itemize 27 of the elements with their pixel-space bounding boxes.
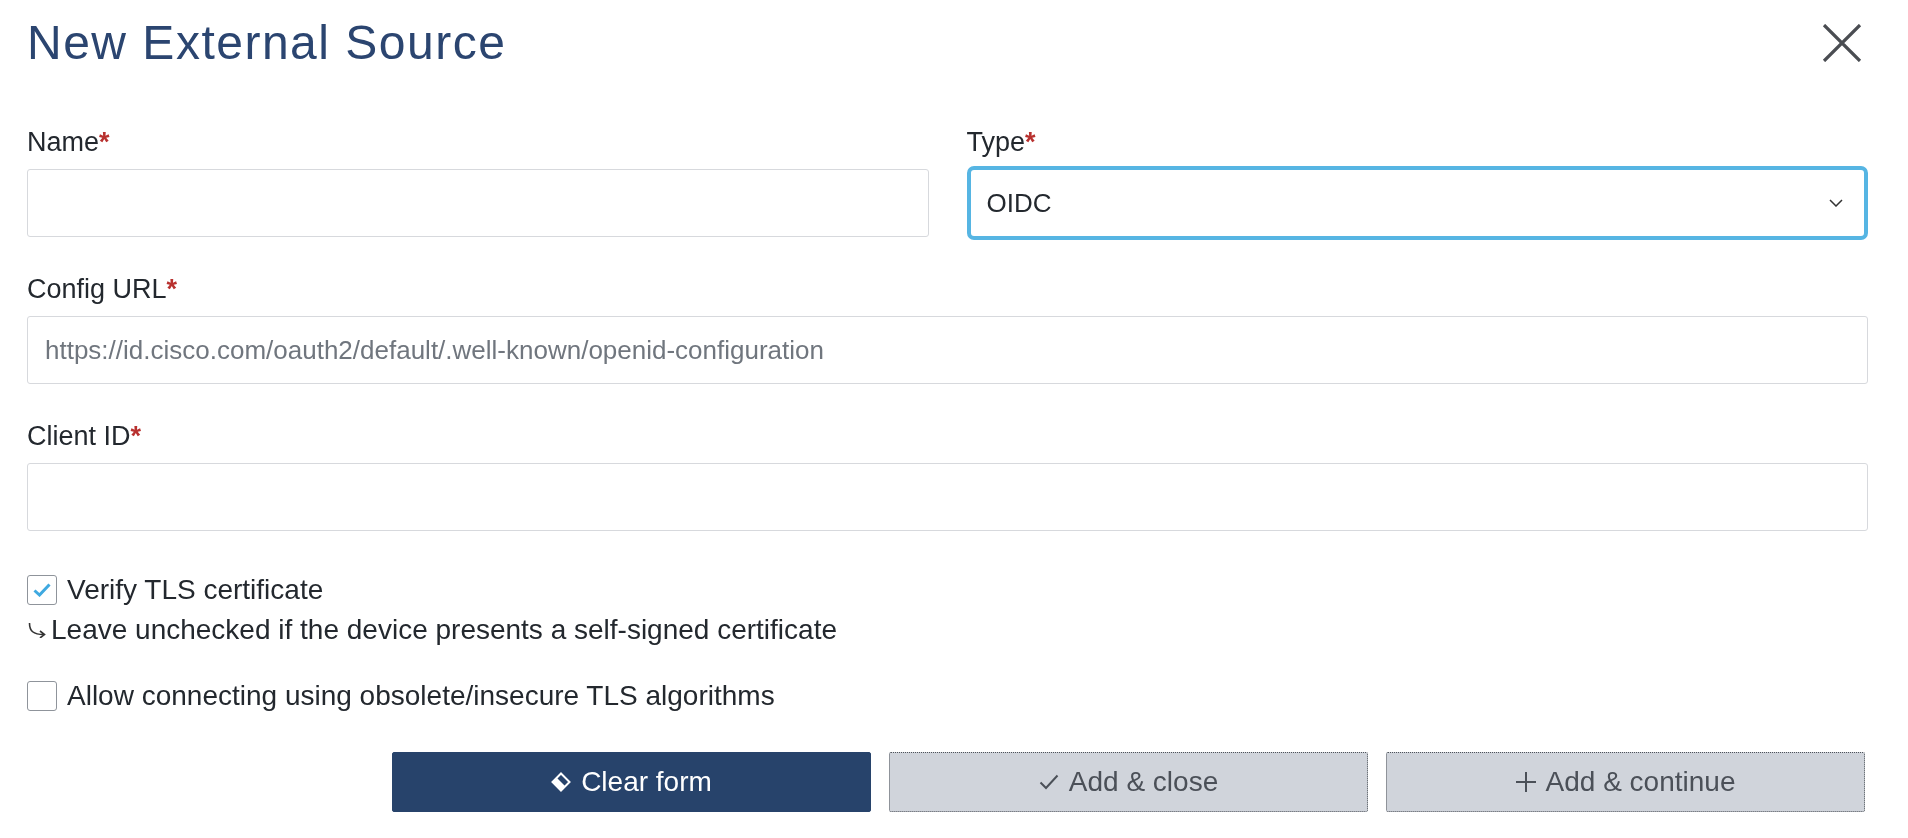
text-field[interactable] — [27, 463, 1868, 531]
close-button[interactable] — [1822, 24, 1862, 62]
required-asterisk: * — [1025, 126, 1036, 158]
check-icon — [1038, 772, 1059, 792]
text-field[interactable]: https://id.cisco.com/oauth2/default/.well-known/openid-configuration — [27, 316, 1868, 384]
dropdown-field[interactable]: OIDC — [966, 166, 1868, 240]
required-asterisk: * — [166, 273, 178, 305]
required-asterisk: * — [99, 126, 110, 158]
dialog-title: New External Source — [27, 15, 507, 71]
plus-icon — [1515, 772, 1536, 792]
curved-arrow-icon — [27, 622, 47, 638]
clear-form-button[interactable]: Clear form — [392, 752, 871, 812]
field-label: Type — [966, 126, 1026, 158]
text-field[interactable] — [27, 169, 929, 237]
field-label: Client ID — [27, 420, 131, 452]
checkbox[interactable] — [27, 681, 57, 711]
close-icon — [1822, 24, 1862, 62]
field-label: Name — [27, 126, 100, 158]
checkmark-icon — [33, 583, 51, 597]
eraser-icon — [551, 772, 572, 792]
checkbox-label[interactable]: Verify TLS certificate — [67, 575, 324, 605]
hint-text: Leave unchecked if the device presents a self-signed certificate — [51, 614, 837, 646]
chevron-down-icon — [1829, 199, 1843, 207]
checkbox[interactable] — [27, 575, 57, 605]
checkbox-label[interactable]: Allow connecting using obsolete/insecure TLS algorithms — [67, 681, 775, 711]
required-asterisk: * — [130, 420, 142, 452]
field-label: Config URL — [27, 273, 167, 305]
